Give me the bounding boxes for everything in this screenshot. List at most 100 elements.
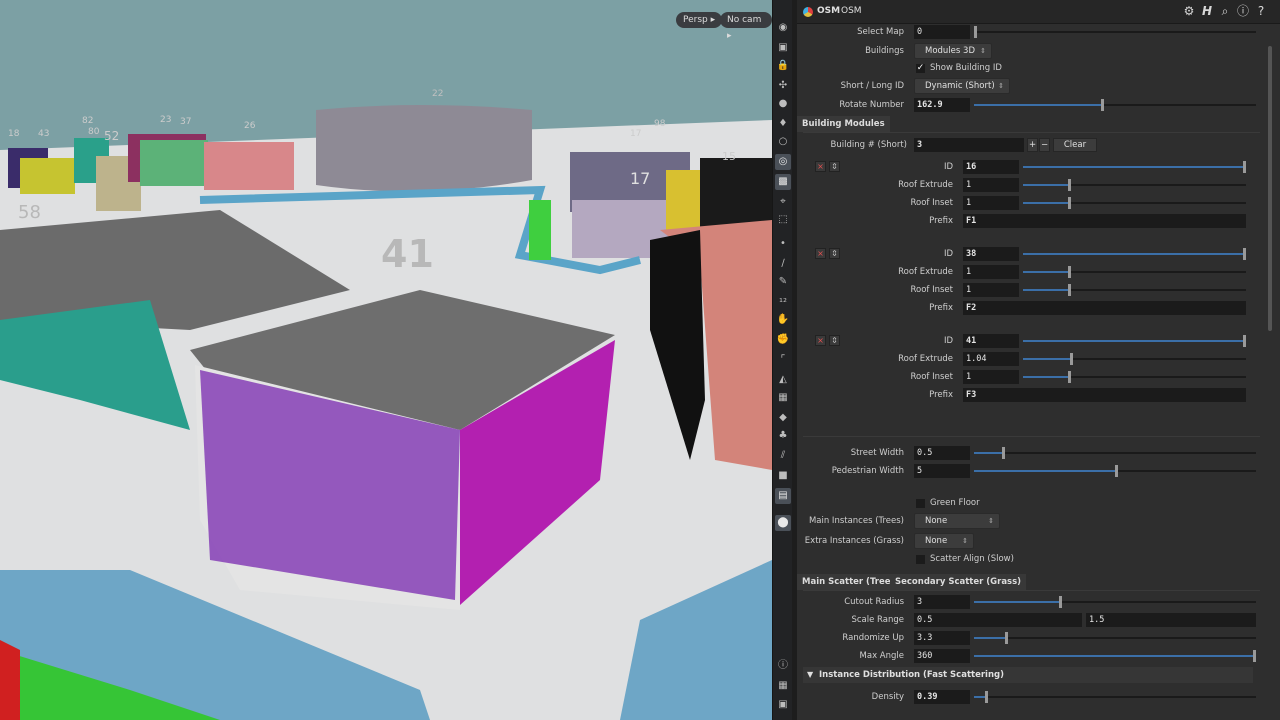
render-icon[interactable]: ▣ <box>775 697 791 713</box>
module-roof-inset-slider[interactable] <box>1023 196 1246 210</box>
main-instances-menu[interactable]: None ⇕ <box>914 513 1000 529</box>
tab-main-scatter[interactable]: Main Scatter (Trees) <box>797 574 905 590</box>
show-building-id-checkbox[interactable]: ✓ <box>916 64 925 73</box>
snap-icon[interactable]: ✣ <box>775 78 791 94</box>
scrollbar-thumb[interactable] <box>1268 46 1272 331</box>
buildings-menu[interactable]: Modules 3D ⇕ <box>914 43 992 59</box>
module-id-slider[interactable] <box>1023 247 1246 261</box>
shading-icon[interactable]: ▩ <box>775 174 791 190</box>
display-icon[interactable]: ◎ <box>775 154 791 170</box>
building-id-label: 82 <box>82 116 93 126</box>
link-icon[interactable]: ⫽ <box>775 448 791 464</box>
point-icon[interactable]: • <box>775 236 791 252</box>
module-id-slider[interactable] <box>1023 160 1246 174</box>
light-icon[interactable]: ♦ <box>775 116 791 132</box>
building-id-label: 58 <box>18 202 41 223</box>
module-roof-extrude-slider[interactable] <box>1023 265 1246 279</box>
module-id-field[interactable]: 38 <box>963 247 1019 261</box>
lock-icon[interactable]: ▣ <box>775 40 791 56</box>
bulb-icon[interactable]: ○ <box>775 134 791 150</box>
help-icon[interactable]: ? <box>1254 4 1268 18</box>
module-roof-inset-slider[interactable] <box>1023 283 1246 297</box>
rotate-number-slider[interactable] <box>974 98 1256 112</box>
gear-icon[interactable]: ⚙ <box>1182 4 1196 18</box>
box-icon[interactable]: ■ <box>775 468 791 484</box>
module-id-field[interactable]: 16 <box>963 160 1019 174</box>
module-roof-extrude-slider[interactable] <box>1023 352 1246 366</box>
camera-select-menu[interactable]: No cam ▸ <box>720 12 772 41</box>
checker-icon[interactable]: ▦ <box>775 390 791 406</box>
node-name-label[interactable]: OSM <box>841 6 862 16</box>
camera-mode-menu[interactable]: Persp ▸ <box>676 12 723 28</box>
instance-distribution-folder[interactable]: ▼ Instance Distribution (Fast Scattering… <box>803 667 1253 683</box>
eye-icon[interactable]: ◉ <box>775 20 791 36</box>
tab-secondary-scatter[interactable]: Secondary Scatter (Grass) <box>890 574 1027 590</box>
add-instance-button[interactable]: + <box>1027 138 1038 152</box>
image-icon[interactable]: ▤ <box>775 488 791 504</box>
module-id-field[interactable]: 41 <box>963 334 1019 348</box>
rotate-number-field[interactable]: 162.9 <box>914 98 970 112</box>
short-long-id-menu[interactable]: Dynamic (Short) ⇕ <box>914 78 1010 94</box>
street-width-field[interactable]: 0.5 <box>914 446 970 460</box>
grid-icon[interactable]: ▦ <box>775 678 791 694</box>
3d-viewport[interactable]: 41 17 22 58 52 82 80 23 37 26 17 98 15 4… <box>0 0 772 720</box>
location-icon[interactable]: ⬤ <box>775 515 791 531</box>
scatter-align-checkbox[interactable] <box>916 555 925 564</box>
info-icon[interactable]: ⓘ <box>1236 4 1250 18</box>
module-roof-inset-field[interactable]: 1 <box>963 196 1019 210</box>
cutout-radius-slider[interactable] <box>974 595 1256 609</box>
search-icon[interactable]: ⌕ <box>1218 4 1232 18</box>
collapse-triangle-icon: ▼ <box>807 670 814 679</box>
hand-icon[interactable]: ✋ <box>775 312 791 328</box>
clear-instances-button[interactable]: Clear <box>1053 138 1097 152</box>
houdini-h-icon[interactable]: H <box>1200 4 1214 18</box>
density-slider[interactable] <box>974 690 1256 704</box>
gem-icon[interactable]: ◆ <box>775 410 791 426</box>
module-roof-extrude-field[interactable]: 1.04 <box>963 352 1019 366</box>
module-roof-inset-field[interactable]: 1 <box>963 370 1019 384</box>
paint-icon[interactable]: ◭ <box>775 372 791 388</box>
scale-range-max-field[interactable]: 1.5 <box>1086 613 1256 627</box>
building-count-field[interactable]: 3 <box>914 138 1024 152</box>
brush-icon[interactable]: ∕ <box>775 256 791 272</box>
remove-instance-button[interactable]: − <box>1039 138 1050 152</box>
extra-instances-menu[interactable]: None ⇕ <box>914 533 974 549</box>
pedestrian-width-slider[interactable] <box>974 464 1256 478</box>
street-width-slider[interactable] <box>974 446 1256 460</box>
module-roof-extrude-slider[interactable] <box>1023 178 1246 192</box>
max-angle-field[interactable]: 360 <box>914 649 970 663</box>
padlock-icon[interactable]: 🔒 <box>775 58 791 74</box>
frame-icon[interactable]: ⌜ <box>775 352 791 368</box>
module-prefix-field[interactable]: F2 <box>963 301 1246 315</box>
density-field[interactable]: 0.39 <box>914 690 970 704</box>
tab-building-modules[interactable]: Building Modules <box>797 116 890 132</box>
green-floor-checkbox[interactable] <box>916 499 925 508</box>
scale-range-min-field[interactable]: 0.5 <box>914 613 1082 627</box>
randomize-up-field[interactable]: 3.3 <box>914 631 970 645</box>
select-map-field[interactable]: 0 <box>914 25 970 39</box>
panel-scrollbar[interactable] <box>1265 26 1275 720</box>
cutout-radius-field[interactable]: 3 <box>914 595 970 609</box>
object-icon[interactable]: ⬚ <box>775 212 791 228</box>
grass-icon[interactable]: ♣ <box>775 428 791 444</box>
randomize-up-slider[interactable] <box>974 631 1256 645</box>
pedestrian-width-field[interactable]: 5 <box>914 464 970 478</box>
module-id-slider[interactable] <box>1023 334 1246 348</box>
module-prefix-field[interactable]: F3 <box>963 388 1246 402</box>
pen-icon[interactable]: ✎ <box>775 274 791 290</box>
building-id-label: 23 <box>160 115 171 125</box>
viewport-toolbar: ◉ ▣ 🔒 ✣ ● ♦ ○ ◎ ▩ ⌖ ⬚ • ∕ ✎ ₁₂ ✋ ✊ ⌜ ◭ ▦… <box>772 0 792 720</box>
sphere-icon[interactable]: ● <box>775 96 791 112</box>
max-angle-slider[interactable] <box>974 649 1256 663</box>
module-roof-extrude-field[interactable]: 1 <box>963 178 1019 192</box>
module-roof-inset-field[interactable]: 1 <box>963 283 1019 297</box>
numbers-icon[interactable]: ₁₂ <box>775 292 791 308</box>
select-map-slider[interactable] <box>974 25 1256 39</box>
module-prefix-field[interactable]: F1 <box>963 214 1246 228</box>
extra-instances-value: None <box>925 536 948 546</box>
camera-icon[interactable]: ⌖ <box>775 194 791 210</box>
info-icon[interactable]: ⓘ <box>775 658 791 674</box>
module-roof-extrude-field[interactable]: 1 <box>963 265 1019 279</box>
grab-icon[interactable]: ✊ <box>775 332 791 348</box>
module-roof-inset-slider[interactable] <box>1023 370 1246 384</box>
